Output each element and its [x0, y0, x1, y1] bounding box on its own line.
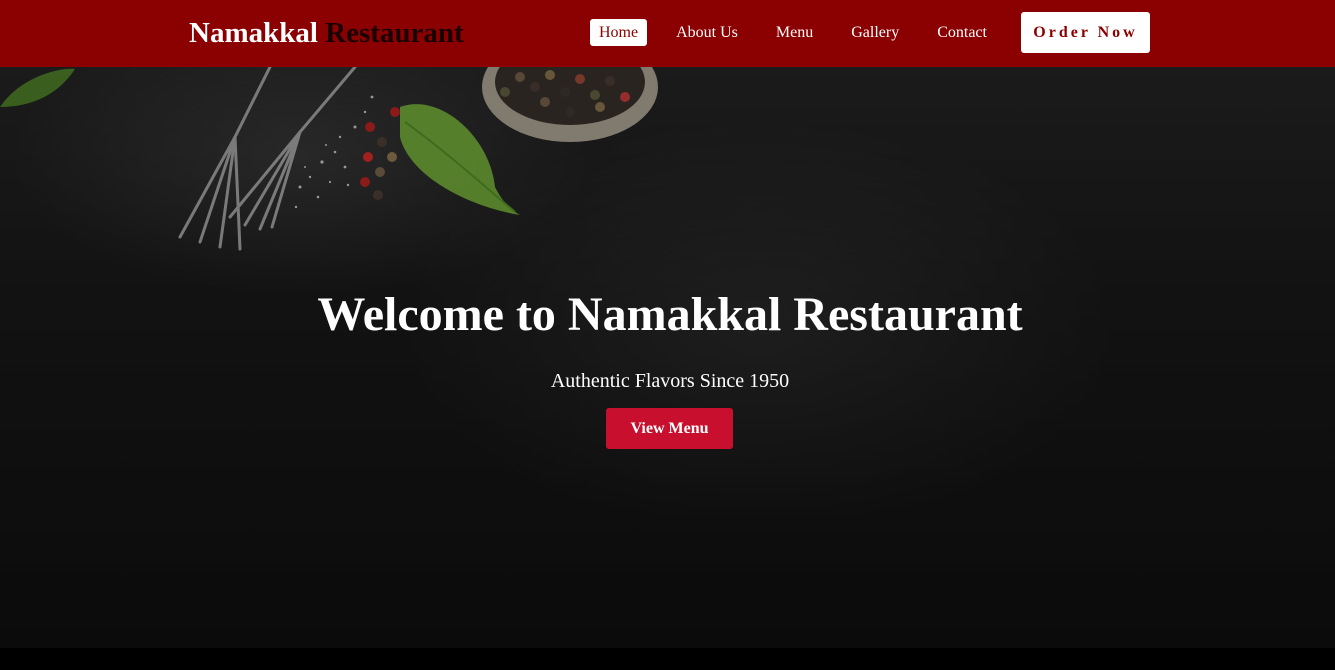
brand-name-first: Namakkal: [189, 17, 318, 49]
brand-name-second: Restaurant: [325, 17, 464, 49]
view-menu-button[interactable]: View Menu: [606, 408, 733, 449]
hero-section: Welcome to Namakkal Restaurant Authentic…: [0, 67, 1335, 648]
nav-link-contact[interactable]: Contact: [928, 19, 996, 46]
nav-link-home[interactable]: Home: [590, 19, 648, 46]
red-peppercorns-image: [360, 107, 400, 200]
basil-leaf-image: [0, 68, 75, 107]
forks-image: [178, 67, 357, 251]
brand-logo[interactable]: Namakkal Restaurant: [189, 14, 464, 52]
nav-link-about-us[interactable]: About Us: [667, 19, 747, 46]
nav-link-gallery[interactable]: Gallery: [842, 19, 908, 46]
hero-subtitle: Authentic Flavors Since 1950: [550, 370, 790, 392]
nav-links: Home About Us Menu Gallery Contact: [590, 19, 996, 46]
salt-grains-image: [294, 95, 374, 209]
order-now-button[interactable]: Order Now: [1021, 12, 1150, 53]
navbar: Namakkal Restaurant Home About Us Menu G…: [0, 0, 1335, 67]
hero-title: Welcome to Namakkal Restaurant: [317, 288, 1023, 341]
hero-background-image: [0, 67, 658, 251]
nav-link-menu[interactable]: Menu: [767, 19, 822, 46]
page-bottom-strip: [0, 648, 1335, 670]
